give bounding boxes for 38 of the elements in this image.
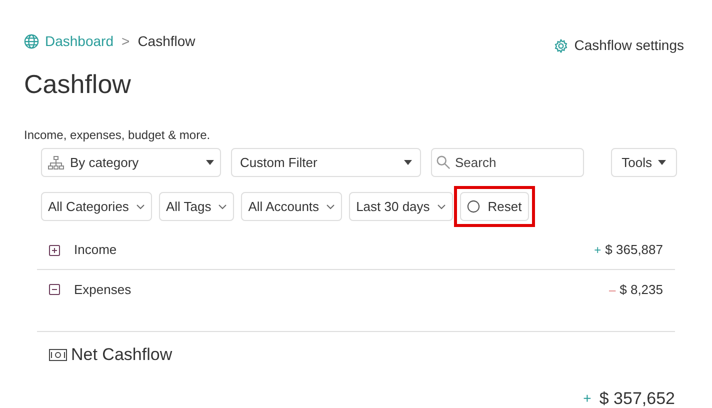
tools-button[interactable]: Tools [610,148,677,177]
reset-button[interactable]: Reset [460,192,529,221]
collapse-icon[interactable] [49,284,60,295]
hierarchy-icon [48,156,64,170]
net-cashflow-label: Net Cashflow [71,344,172,366]
net-amount: $ 357,652 [599,388,675,408]
sign: + [583,388,592,408]
grouping-dropdown[interactable]: By category [41,148,221,177]
cash-icon [49,348,67,361]
settings-icon [554,38,568,52]
row-label: Income [74,241,118,260]
chevron-icon [218,204,228,210]
page-description: Income, expenses, budget & more. [23,127,212,144]
breadcrumb-separator: > [122,32,130,51]
chevron-icon [436,204,446,210]
sign: + [594,242,602,259]
amount: $ 365,887 [605,241,663,260]
filter-dropdown[interactable]: All Tags [158,192,234,221]
caret-icon [658,160,666,165]
page-title: Cashflow [23,68,132,100]
amount: $ 8,235 [620,280,663,299]
search-icon [436,155,451,170]
filter-dropdown[interactable]: All Categories [41,192,152,221]
filter-dropdown[interactable]: Last 30 days [349,192,453,221]
search-field[interactable]: Search [431,148,584,177]
caret-icon [404,160,412,165]
sign: – [608,282,616,298]
chevron-icon [136,204,145,210]
caret-icon [206,160,214,165]
chevron-icon [326,204,336,210]
breadcrumb-current: Cashflow [138,32,196,51]
row-label: Expenses [74,280,132,299]
circle-icon [466,200,480,213]
filter-dropdown[interactable]: All Accounts [241,192,342,221]
globe-icon [24,34,39,49]
expand-icon[interactable] [49,244,60,256]
settings-link[interactable]: Cashflow settings [554,35,684,56]
filter-dropdown[interactable]: Custom Filter [231,148,421,177]
